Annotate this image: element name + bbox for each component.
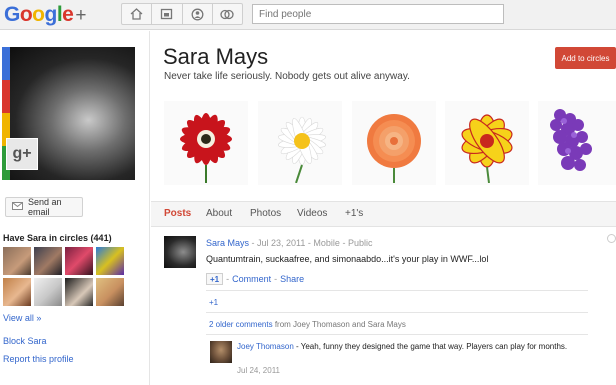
- action-separator: -: [274, 274, 278, 284]
- older-comments-link[interactable]: 2 older comments: [209, 320, 273, 329]
- logo-letter: o: [19, 3, 33, 26]
- search-input[interactable]: [252, 4, 504, 24]
- member-thumbnail[interactable]: [65, 247, 93, 275]
- older-comments-authors: from Joey Thomason and Sara Mays: [274, 320, 406, 329]
- google-plus-logo[interactable]: Google +: [4, 3, 86, 28]
- post-date[interactable]: Jul 23, 2011: [257, 238, 305, 248]
- avatar-stripe-red: [2, 80, 10, 113]
- profile-icon[interactable]: [183, 4, 213, 24]
- gplus-badge: g+: [6, 138, 38, 170]
- plus-one-button[interactable]: +1: [206, 273, 224, 285]
- divider: [206, 290, 588, 291]
- left-sidebar: g+ Send an email Have Sara in circles (4…: [0, 31, 150, 385]
- post-options-icon[interactable]: [607, 234, 616, 243]
- nav-icon-group: [121, 3, 243, 25]
- plus-one-count[interactable]: +1: [209, 298, 218, 307]
- older-comments: 2 older comments from Joey Thomason and …: [209, 320, 406, 329]
- circles-icon[interactable]: [213, 4, 242, 24]
- share-link[interactable]: Share: [280, 274, 304, 284]
- photo-thumbnail-purple-hyacinth[interactable]: [538, 101, 616, 185]
- post-author-avatar[interactable]: [164, 236, 196, 268]
- tab-about[interactable]: About: [206, 208, 232, 219]
- post-meta: Sara Mays - Jul 23, 2011 - Mobile - Publ…: [206, 238, 372, 248]
- avatar-stripe-blue: [2, 47, 10, 80]
- comment-text: - Yeah, funny they designed the game tha…: [293, 342, 568, 351]
- divider: [206, 312, 588, 313]
- circles-title: Have Sara in circles (441): [3, 233, 112, 243]
- member-thumbnail[interactable]: [96, 247, 124, 275]
- logo-letter: e: [62, 3, 74, 26]
- send-email-button[interactable]: Send an email: [5, 197, 83, 217]
- profile-name: Sara Mays: [163, 44, 269, 69]
- send-email-label: Send an email: [28, 197, 62, 217]
- tab-photos[interactable]: Photos: [250, 208, 281, 219]
- post-visibility[interactable]: Public: [348, 238, 373, 248]
- member-thumbnail[interactable]: [96, 278, 124, 306]
- post-source: Mobile: [313, 238, 340, 248]
- logo-letter: g: [44, 3, 58, 26]
- comment-date[interactable]: Jul 24, 2011: [237, 366, 280, 375]
- comment-link[interactable]: Comment: [232, 274, 271, 284]
- member-thumbnail[interactable]: [34, 247, 62, 275]
- comment-author-link[interactable]: Joey Thomason: [237, 342, 294, 351]
- divider: [206, 334, 588, 335]
- member-thumbnail[interactable]: [65, 278, 93, 306]
- view-all-link[interactable]: View all »: [3, 313, 41, 323]
- logo-plus: +: [75, 5, 86, 26]
- tab-plus-ones[interactable]: +1's: [345, 208, 363, 219]
- home-icon[interactable]: [122, 4, 153, 24]
- tab-posts[interactable]: Posts: [164, 208, 191, 219]
- envelope-icon: [12, 202, 23, 212]
- circle-members-grid: [3, 247, 125, 306]
- member-thumbnail[interactable]: [3, 247, 31, 275]
- post-text: Quantumtrain, suckaafree, and simonaabdo…: [206, 254, 489, 264]
- profile-tagline: Never take life seriously. Nobody gets o…: [164, 71, 410, 82]
- photo-thumbnail-orange-rose[interactable]: [352, 101, 436, 185]
- member-thumbnail[interactable]: [3, 278, 31, 306]
- logo-letter: G: [4, 3, 20, 26]
- logo-letter: o: [32, 3, 45, 26]
- profile-avatar: g+: [2, 47, 135, 180]
- photo-thumbnail-white-daisy[interactable]: [258, 101, 342, 185]
- top-bar: Google +: [0, 0, 616, 30]
- photos-icon[interactable]: [152, 4, 183, 24]
- comment-body: Joey Thomason - Yeah, funny they designe…: [237, 341, 577, 353]
- post-actions: +1 - Comment - Share: [206, 273, 304, 285]
- post-author-link[interactable]: Sara Mays: [206, 238, 249, 248]
- comment-author-avatar[interactable]: [210, 341, 232, 363]
- tab-videos[interactable]: Videos: [297, 208, 327, 219]
- profile-tab-bar: Posts About Photos Videos +1's: [151, 201, 616, 227]
- photo-thumbnail-red-flower[interactable]: [164, 101, 248, 185]
- block-user-link[interactable]: Block Sara: [3, 336, 47, 346]
- photo-thumbnail-yellow-flower[interactable]: [445, 101, 529, 185]
- action-separator: -: [226, 274, 230, 284]
- report-profile-link[interactable]: Report this profile: [3, 354, 74, 364]
- add-to-circles-button[interactable]: Add to circles: [555, 47, 616, 69]
- member-thumbnail[interactable]: [34, 278, 62, 306]
